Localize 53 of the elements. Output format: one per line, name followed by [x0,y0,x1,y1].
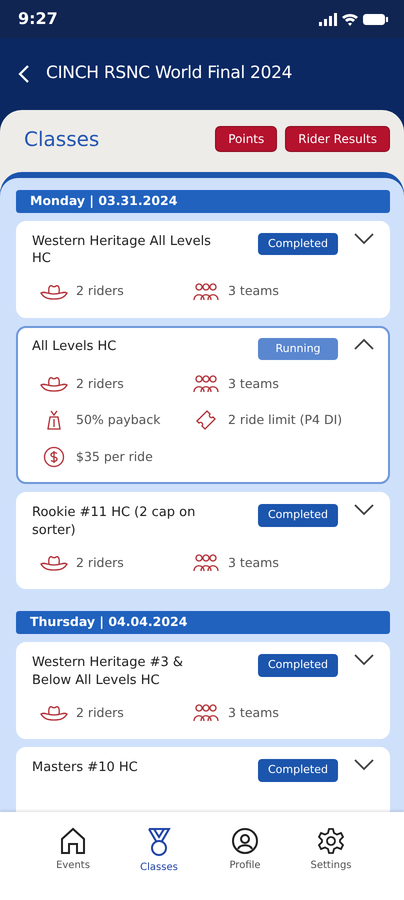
status-label: Completed [258,759,338,782]
status-label: Completed [258,504,338,527]
group-icon [192,553,220,574]
stat-text: $35 per ride [76,448,153,466]
back-icon[interactable] [18,64,30,84]
status-label: Completed [258,654,338,677]
stat-text: 2 riders [76,554,124,572]
class-name: All Levels HC [32,338,118,356]
day-header: Monday | 03.31.2024 [16,190,390,213]
class-name: Western Heritage All Levels HC [32,232,212,268]
status-label: Running [258,338,338,360]
settings-icon [317,827,345,855]
chevron-down-icon[interactable] [354,759,374,772]
hat-icon [40,704,68,722]
class-name: Masters #10 HC [32,759,139,777]
battery-icon [363,14,388,24]
stat-text: 2 riders [76,374,124,393]
home-icon [60,827,86,855]
chevron-up-icon[interactable] [354,338,374,350]
chevron-down-icon[interactable] [354,504,374,516]
nav-tab[interactable]: Classes [129,826,189,874]
wifi-icon [342,12,358,26]
action-button[interactable]: Rider Results [285,126,390,152]
class-name: Rookie #11 HC (2 cap on sorter) [32,504,196,540]
hat-icon [40,375,68,394]
stat-text: 2 ride limit (P4 DI) [228,410,342,429]
signal-icon [319,12,337,26]
stat-text: 3 teams [228,374,279,393]
stat-text: 3 teams [228,554,279,572]
group-icon [192,703,220,724]
medal-icon [146,827,172,857]
profile-icon [231,827,259,855]
group-icon [192,282,220,302]
stat-text: 2 riders [76,282,124,300]
stat-text: 2 riders [76,704,124,722]
stat-text: 50% payback [76,410,160,429]
class-name: Western Heritage #3 & Below All Levels HC [32,654,184,690]
stat-text: 3 teams [228,704,279,722]
nav-tab[interactable]: Profile [215,826,275,874]
action-button[interactable]: Points [215,126,278,152]
day-header: Thursday | 04.04.2024 [16,611,390,634]
stat-text: 3 teams [228,282,279,300]
hat-icon [40,282,68,301]
screen-title: CINCH RSNC World Final 2024 [46,62,292,86]
section-title: Classes [24,126,100,153]
chevron-down-icon[interactable] [354,232,374,245]
nav-tab[interactable]: Events [43,826,103,874]
chevron-down-icon[interactable] [354,654,374,666]
group-icon [192,374,220,394]
nav-tab[interactable]: Settings [301,826,361,874]
hat-icon [40,554,68,572]
status-label: Completed [258,232,338,256]
clock: 9:27 [18,8,58,30]
